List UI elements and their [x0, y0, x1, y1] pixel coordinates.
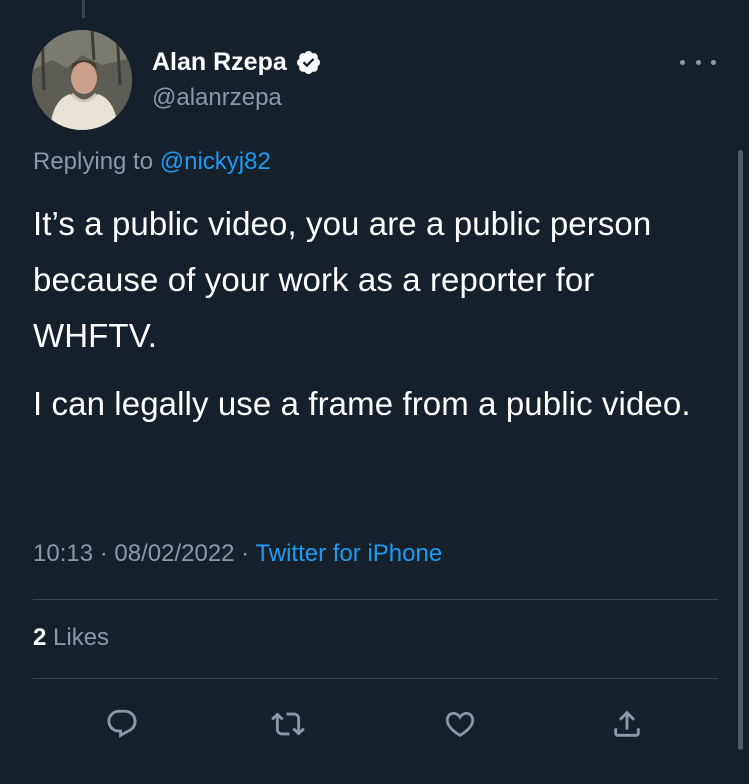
meta-separator: ·: [93, 540, 115, 567]
likes-label: Likes: [53, 624, 110, 651]
divider: [33, 678, 718, 679]
tweet-source-link[interactable]: Twitter for iPhone: [255, 540, 442, 567]
scrollbar[interactable]: [738, 150, 743, 750]
retweet-button[interactable]: [264, 700, 312, 748]
more-options-button[interactable]: [680, 56, 716, 68]
thread-connector-line: [82, 0, 85, 18]
reply-icon: [107, 709, 137, 738]
tweet-paragraph: It’s a public video, you are a public pe…: [33, 205, 652, 354]
replying-to-label: Replying to: [33, 148, 160, 175]
tweet-meta: 10:13 · 08/02/2022 · Twitter for iPhone: [33, 540, 442, 568]
likes-stat[interactable]: 2 Likes: [33, 624, 109, 652]
avatar[interactable]: [32, 30, 132, 130]
author-name[interactable]: Alan Rzepa: [152, 48, 287, 77]
tweet-author: Alan Rzepa @alanrzepa: [152, 46, 322, 112]
tweet-actions-bar: [0, 700, 749, 748]
tweet-time[interactable]: 10:13: [33, 540, 93, 567]
meta-separator: ·: [234, 540, 256, 567]
share-button[interactable]: [603, 700, 651, 748]
tweet-date[interactable]: 08/02/2022: [114, 540, 234, 567]
reply-button[interactable]: [98, 700, 146, 748]
tweet-text: It’s a public video, you are a public pe…: [33, 196, 723, 432]
like-button[interactable]: [436, 700, 484, 748]
divider: [33, 599, 718, 600]
replying-to-link[interactable]: @nickyj82: [160, 148, 271, 175]
likes-count: 2: [33, 624, 47, 651]
share-icon: [614, 710, 640, 737]
more-horizontal-icon: [680, 59, 685, 65]
author-handle[interactable]: @alanrzepa: [152, 84, 322, 112]
tweet-paragraph: I can legally use a frame from a public …: [33, 385, 691, 422]
retweet-icon: [271, 712, 305, 736]
replying-to: Replying to @nickyj82: [33, 148, 271, 176]
more-horizontal-icon: [695, 59, 701, 65]
avatar-photo: [32, 30, 132, 130]
verified-badge-icon: [296, 50, 320, 74]
more-horizontal-icon: [711, 59, 716, 65]
heart-icon: [445, 711, 475, 737]
